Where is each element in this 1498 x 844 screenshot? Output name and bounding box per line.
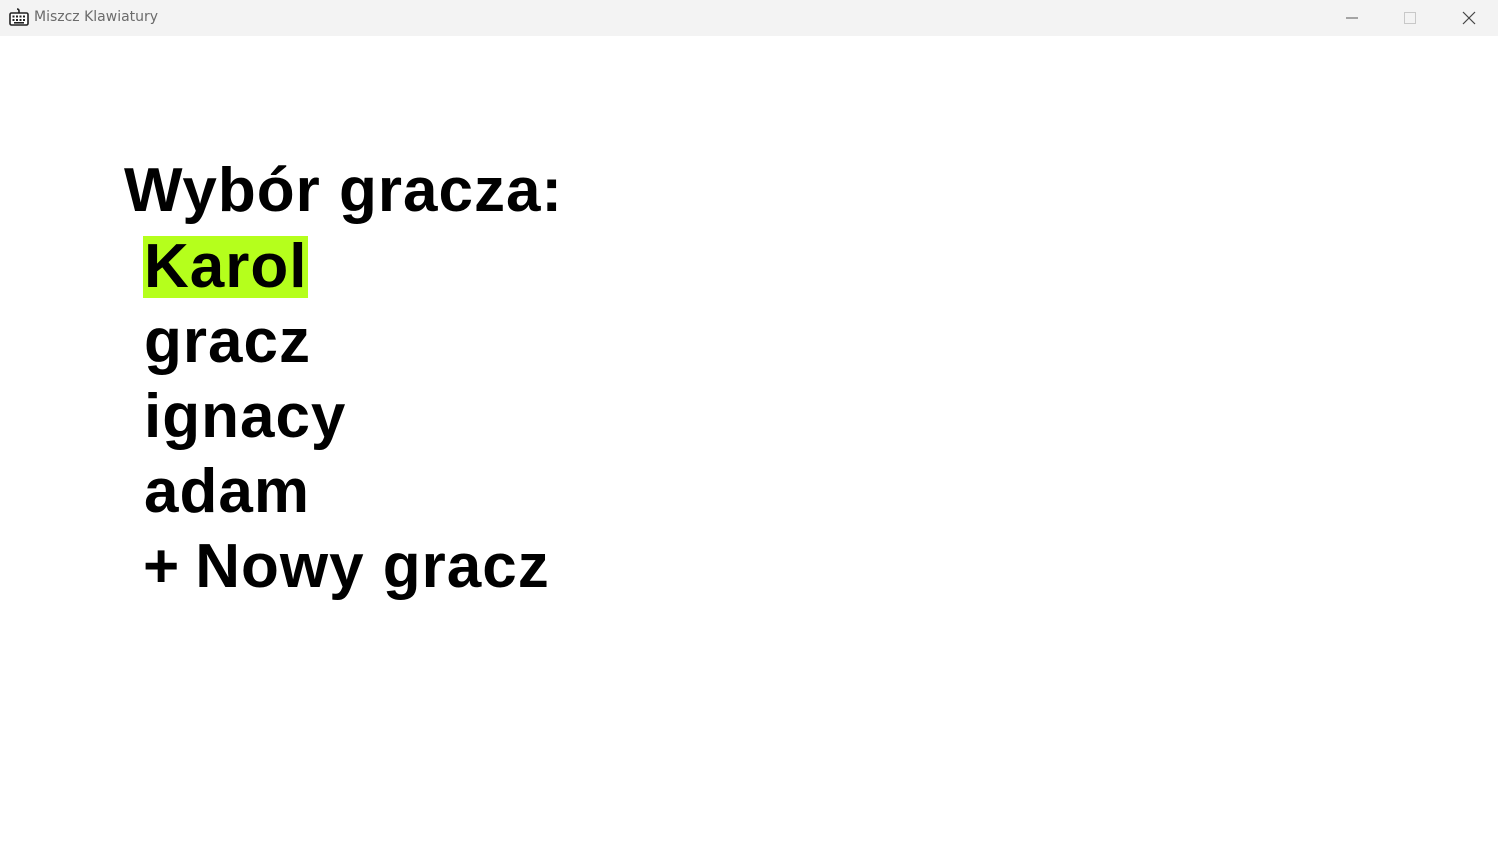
page-title: Wybór gracza:: [124, 156, 564, 225]
maximize-icon: [1404, 12, 1416, 24]
player-item-karol[interactable]: Karol: [143, 236, 551, 311]
add-player-button[interactable]: + Nowy gracz: [143, 536, 551, 611]
keyboard-icon: [9, 8, 29, 26]
close-icon: [1462, 11, 1476, 25]
player-item-gracz[interactable]: gracz: [143, 311, 551, 386]
minimize-icon: [1346, 17, 1358, 19]
player-name: adam: [144, 457, 310, 526]
player-name: gracz: [144, 307, 311, 376]
player-item-ignacy[interactable]: ignacy: [143, 386, 551, 461]
close-button[interactable]: [1440, 0, 1498, 36]
plus-icon: +: [143, 532, 181, 601]
window-title: Miszcz Klawiatury: [34, 9, 159, 25]
maximize-button[interactable]: [1381, 0, 1439, 36]
player-list: Karol gracz ignacy adam + Nowy gracz: [143, 236, 551, 611]
player-name: Karol: [143, 232, 309, 301]
minimize-button[interactable]: [1323, 0, 1381, 36]
player-select-screen: Wybór gracza: Karol gracz ignacy adam + N…: [0, 36, 1498, 844]
player-item-adam[interactable]: adam: [143, 461, 551, 536]
title-bar[interactable]: Miszcz Klawiatury: [0, 0, 1498, 36]
app-window: Miszcz Klawiatury Wybór gracza: Karol gr…: [0, 0, 1498, 844]
add-player-label: Nowy gracz: [195, 532, 550, 601]
player-name: ignacy: [144, 382, 347, 451]
